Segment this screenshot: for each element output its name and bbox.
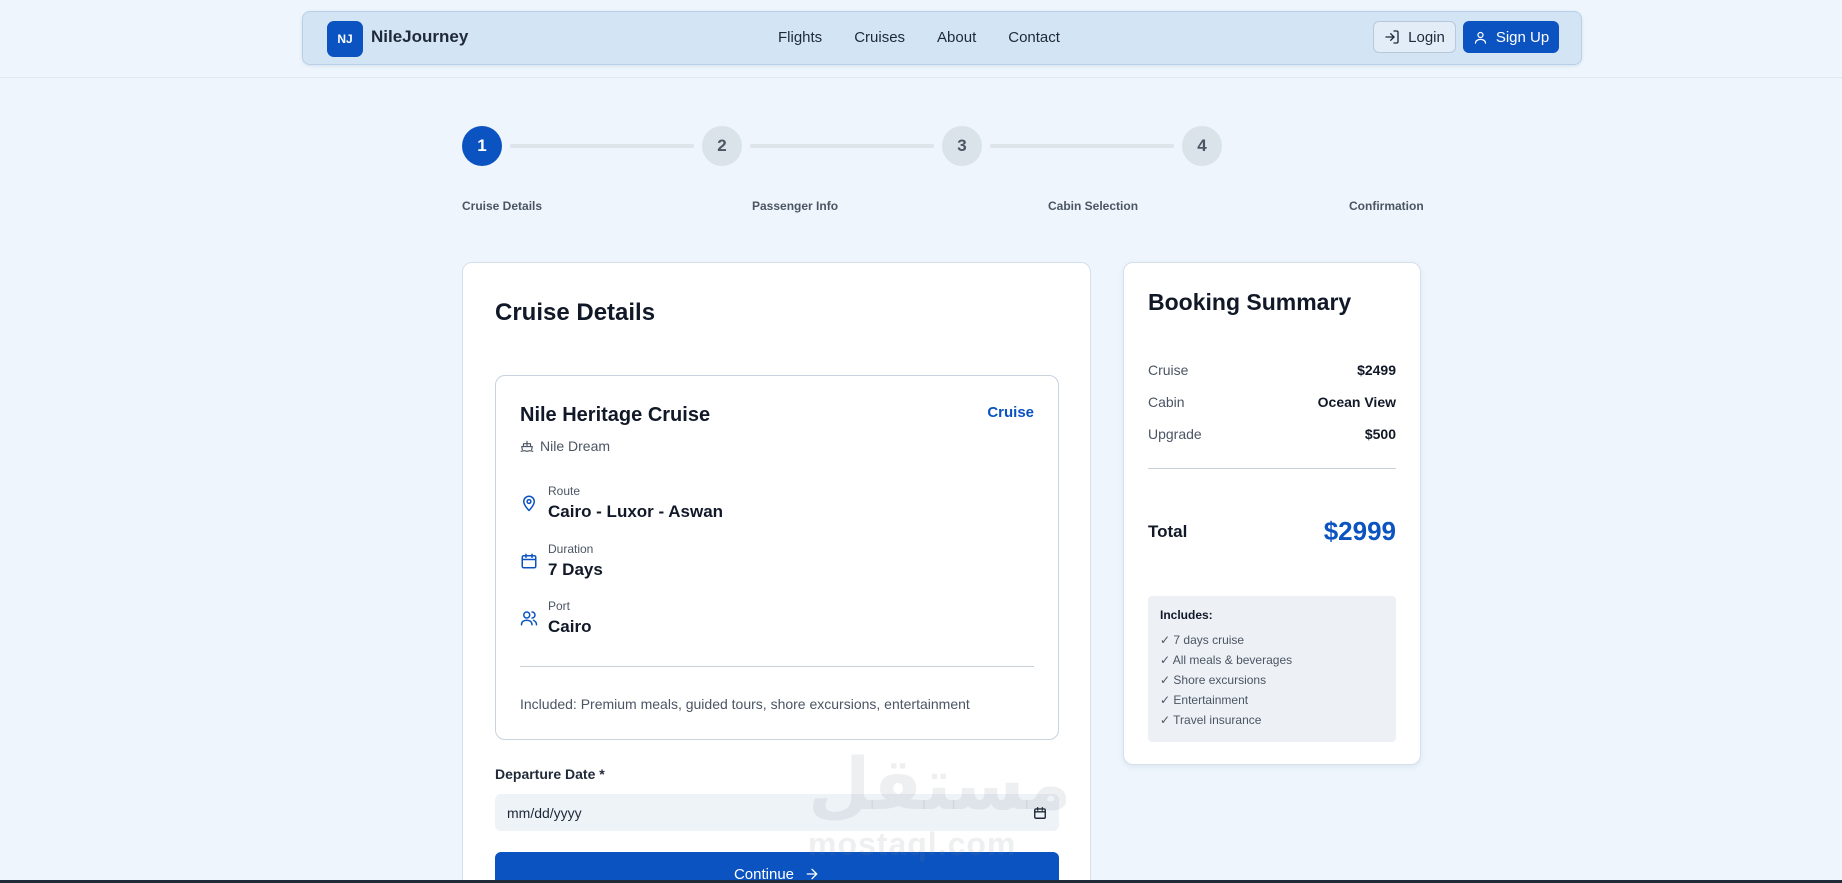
- user-icon: [1473, 30, 1488, 45]
- includes-item: ✓ Travel insurance: [1160, 713, 1262, 727]
- page-title: Cruise Details: [495, 299, 656, 326]
- summary-row-cruise: Cruise $2499: [1148, 362, 1396, 378]
- watermark-text: mostaql.com: [808, 826, 1017, 862]
- nav-link-about[interactable]: About: [937, 29, 976, 46]
- divider: [520, 666, 1034, 667]
- step-4-circle: 4: [1182, 126, 1222, 166]
- summary-key: Cabin: [1148, 394, 1185, 410]
- step-3-circle: 3: [942, 126, 982, 166]
- ship-info: Nile Dream: [520, 438, 610, 454]
- total-label: Total: [1148, 521, 1188, 541]
- watermark-logo: مستقل: [808, 742, 1072, 826]
- step-2-label: Passenger Info: [752, 199, 839, 213]
- map-pin-icon: [520, 494, 538, 512]
- port-detail: Port Cairo: [520, 599, 591, 637]
- route-value: Cairo - Luxor - Aswan: [548, 502, 724, 521]
- nav-link-cruises[interactable]: Cruises: [854, 29, 905, 46]
- duration-label: Duration: [548, 542, 594, 556]
- brand-logo[interactable]: NJ: [327, 21, 363, 57]
- step-connector: [990, 144, 1174, 148]
- signup-label: Sign Up: [1495, 28, 1550, 46]
- login-icon: [1384, 29, 1400, 45]
- cruise-name: Nile Heritage Cruise: [520, 404, 711, 426]
- nav-link-contact[interactable]: Contact: [1008, 29, 1060, 46]
- included-text: Included: Premium meals, guided tours, s…: [520, 696, 970, 712]
- navbar: NJ NileJourney Flights Cruises About Con…: [302, 11, 1582, 65]
- booking-summary-card: Booking Summary Cruise $2499 Cabin Ocean…: [1123, 262, 1421, 765]
- departure-date-label: Departure Date *: [495, 766, 605, 782]
- ship-icon: [520, 439, 534, 453]
- includes-item: ✓ Entertainment: [1160, 693, 1249, 707]
- calendar-icon: [520, 552, 538, 570]
- cruise-info-box: Nile Heritage Cruise Cruise Nile Dream R…: [495, 375, 1059, 740]
- includes-item: ✓ All meals & beverages: [1160, 653, 1293, 667]
- duration-detail: Duration 7 Days: [520, 542, 603, 580]
- route-detail: Route Cairo - Luxor - Aswan: [520, 484, 723, 522]
- step-connector: [510, 144, 694, 148]
- port-label: Port: [548, 599, 571, 613]
- total-value: $2999: [1323, 516, 1396, 546]
- route-label: Route: [548, 484, 581, 498]
- summary-value: Ocean View: [1317, 394, 1396, 410]
- summary-row-cabin: Cabin Ocean View: [1148, 394, 1396, 410]
- includes-item: ✓ 7 days cruise: [1160, 633, 1245, 647]
- port-value: Cairo: [548, 617, 592, 636]
- summary-key: Cruise: [1148, 362, 1189, 378]
- nav-links: Flights Cruises About Contact: [778, 29, 1060, 46]
- users-icon: [520, 609, 538, 627]
- cruise-type-tag: Cruise: [987, 404, 1034, 421]
- signup-button[interactable]: Sign Up: [1463, 21, 1559, 53]
- summary-row-upgrade: Upgrade $500: [1148, 426, 1396, 442]
- total-row: Total $2999: [1148, 516, 1396, 547]
- login-button[interactable]: Login: [1373, 21, 1456, 53]
- ship-name: Nile Dream: [540, 438, 611, 454]
- step-4-label: Confirmation: [1349, 199, 1424, 213]
- login-label: Login: [1408, 28, 1445, 46]
- nav-link-flights[interactable]: Flights: [778, 29, 822, 46]
- includes-box: Includes: ✓ 7 days cruise ✓ All meals & …: [1148, 596, 1396, 742]
- step-2-circle: 2: [702, 126, 742, 166]
- step-1-label: Cruise Details: [462, 199, 543, 213]
- divider: [1148, 468, 1396, 469]
- duration-value: 7 Days: [548, 560, 603, 579]
- summary-key: Upgrade: [1148, 426, 1202, 442]
- date-placeholder: mm/dd/yyyy: [507, 804, 582, 821]
- includes-item: ✓ Shore excursions: [1160, 673, 1267, 687]
- summary-title: Booking Summary: [1148, 289, 1352, 315]
- step-3-label: Cabin Selection: [1048, 199, 1139, 213]
- brand-name[interactable]: NileJourney: [371, 27, 468, 47]
- step-connector: [750, 144, 934, 148]
- summary-value: $2499: [1357, 362, 1396, 378]
- step-1-circle: 1: [462, 126, 502, 166]
- summary-value: $500: [1364, 426, 1396, 442]
- includes-title: Includes:: [1160, 608, 1213, 622]
